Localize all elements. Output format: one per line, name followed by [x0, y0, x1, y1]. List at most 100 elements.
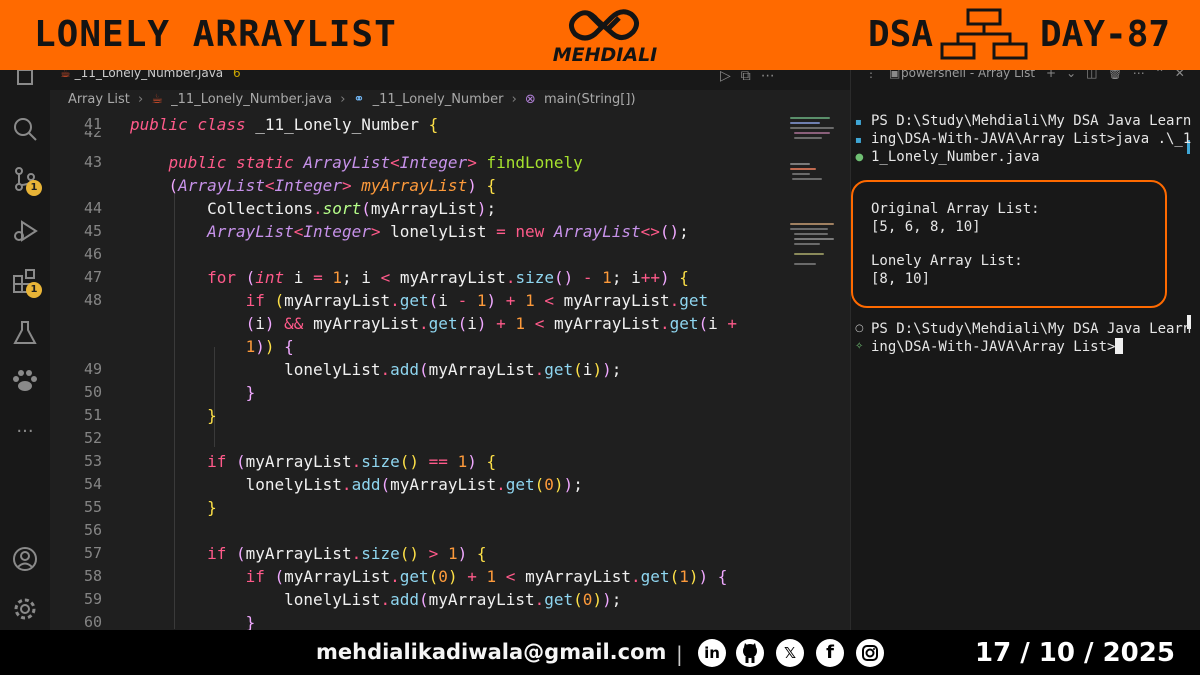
- day-label: DAY-87: [1040, 14, 1171, 55]
- maximize-icon[interactable]: ⌃: [1155, 70, 1175, 80]
- footer-bar: mehdialikadiwala@gmail.com | in 𝕏 f 17 /…: [0, 630, 1200, 675]
- editor-tab[interactable]: ☕ _11_Lonely_Number.java 6: [60, 70, 241, 80]
- terminal-icon: ▣: [889, 70, 901, 80]
- linkedin-icon[interactable]: in: [698, 639, 726, 667]
- minimap-line: [790, 122, 820, 124]
- code-line: 53 if (myArrayList.size() == 1) {: [50, 450, 790, 473]
- terminal-line: [8, 10]: [871, 271, 931, 287]
- line-number: 60: [83, 613, 102, 630]
- minimap-line: [794, 137, 822, 139]
- terminal-line: [5, 6, 8, 10]: [871, 219, 981, 235]
- code-line: 47 for (int i = 1; i < myArrayList.size(…: [50, 266, 790, 289]
- dropdown-icon[interactable]: ⌄: [1066, 70, 1086, 80]
- run-debug-icon[interactable]: [12, 218, 38, 244]
- trash-icon[interactable]: 🗑: [1107, 70, 1132, 80]
- terminal-line: Lonely Array List:: [871, 253, 1023, 269]
- facebook-icon[interactable]: f: [816, 639, 844, 667]
- account-icon[interactable]: [12, 546, 38, 572]
- chevron-right-icon: ›: [511, 92, 517, 107]
- terminal-title[interactable]: powershell - Array List: [901, 70, 1035, 80]
- run-icon[interactable]: ▷: [720, 70, 741, 84]
- code-line: 52: [50, 427, 790, 450]
- code-line: 43 public static ArrayList<Integer> find…: [50, 151, 790, 174]
- java-file-icon: ☕: [60, 70, 71, 80]
- success-dot-icon: ●: [855, 152, 864, 163]
- code-line: 42: [50, 131, 790, 139]
- code-line: (ArrayList<Integer> myArrayList) {: [168, 176, 497, 195]
- footer-separator: |: [676, 642, 683, 666]
- line-number: 59: [83, 590, 102, 608]
- code-line: 46: [50, 243, 790, 266]
- line-number: 55: [83, 498, 102, 516]
- chevron-right-icon: ›: [340, 92, 346, 107]
- paw-icon[interactable]: [12, 368, 38, 394]
- code-line: 60 }: [50, 611, 790, 630]
- activity-bar: 1 1 ...: [0, 70, 50, 630]
- header-banner: LONELY ARRAYLIST MEHDIALI DSA DAY-87: [0, 0, 1200, 70]
- line-number: 42: [50, 131, 102, 139]
- breadcrumb-file[interactable]: _11_Lonely_Number.java: [171, 92, 332, 107]
- line-number: 48: [83, 291, 102, 309]
- minimap-line: [794, 238, 834, 240]
- line-number: 45: [83, 222, 102, 240]
- terminal-line: 1_Lonely_Number.java: [871, 149, 1040, 165]
- contact-email[interactable]: mehdialikadiwala@gmail.com: [316, 640, 666, 664]
- line-number: 47: [83, 268, 102, 286]
- code-line: (i) && myArrayList.get(i) + 1 < myArrayL…: [245, 314, 738, 333]
- terminal-prompt[interactable]: ing\DSA-With-JAVA\Array List>: [871, 338, 1200, 356]
- minimap-line: [794, 132, 830, 134]
- extensions-badge: 1: [26, 282, 42, 298]
- pending-circle-icon: ○: [855, 323, 864, 334]
- github-icon[interactable]: [736, 639, 764, 667]
- close-icon[interactable]: ✕: [1175, 70, 1195, 80]
- testing-flask-icon[interactable]: [12, 320, 38, 346]
- line-number: 56: [83, 521, 102, 539]
- editor-tab-strip: ☕ _11_Lonely_Number.java 6 ▷⧉⋯: [50, 70, 850, 90]
- instagram-icon[interactable]: [856, 639, 884, 667]
- code-line: 49 lonelyList.add(myArrayList.get(i));: [50, 358, 790, 381]
- minimap-line: [790, 223, 834, 225]
- code-line: 48 if (myArrayList.get(i - 1) + 1 < myAr…: [50, 289, 790, 312]
- terminal-prompt-text: ing\DSA-With-JAVA\Array List>: [871, 339, 1116, 355]
- line-number: 57: [83, 544, 102, 562]
- brand-mark-icon: [569, 9, 639, 41]
- code-editor: ☕ _11_Lonely_Number.java 6 ▷⧉⋯ Array Lis…: [50, 70, 850, 630]
- minimap[interactable]: [788, 113, 846, 293]
- x-icon[interactable]: 𝕏: [776, 639, 804, 667]
- more-actions-icon[interactable]: ⋯: [761, 70, 785, 84]
- code-line: 1)) {: [245, 337, 294, 356]
- terminal-line: Original Array List:: [871, 201, 1040, 217]
- line-number: 54: [83, 475, 102, 493]
- chevron-right-icon: ›: [138, 92, 144, 107]
- banner-title: LONELY ARRAYLIST: [34, 14, 397, 55]
- java-file-icon: ☕: [151, 92, 164, 107]
- split-terminal-icon[interactable]: ◫: [1086, 70, 1107, 80]
- terminal-actions: +⌄◫🗑⋯⌃✕: [1046, 70, 1195, 80]
- terminal-cursor: [1115, 338, 1124, 354]
- settings-gear-icon[interactable]: [12, 596, 38, 622]
- line-number: 51: [83, 406, 102, 424]
- editor-tab-problems-count: 6: [233, 70, 241, 80]
- line-number: 58: [83, 567, 102, 585]
- explorer-icon[interactable]: [12, 70, 38, 96]
- hierarchy-icon: [940, 8, 1028, 60]
- brand-name: MEHDIALI: [552, 44, 658, 66]
- split-editor-icon[interactable]: ⧉: [741, 70, 761, 84]
- code-line: 45 ArrayList<Integer> lonelyList = new A…: [50, 220, 790, 243]
- more-icon[interactable]: ...: [12, 416, 38, 442]
- terminal-panel[interactable]: ⋮ ▣ powershell - Array List +⌄◫🗑⋯⌃✕ ▪ ▪ …: [850, 70, 1200, 630]
- minimap-line: [790, 117, 830, 119]
- line-number: 44: [83, 199, 102, 217]
- terminal-more-icon[interactable]: ⋮: [865, 70, 877, 80]
- code-line: 57 if (myArrayList.size() > 1) {: [50, 542, 790, 565]
- breadcrumb-class[interactable]: _11_Lonely_Number: [373, 92, 504, 107]
- more-icon[interactable]: ⋯: [1133, 70, 1155, 80]
- minimap-line: [790, 168, 816, 170]
- breadcrumb-method[interactable]: main(String[]): [544, 92, 636, 107]
- add-terminal-icon[interactable]: +: [1046, 70, 1066, 80]
- command-decoration: ▪: [855, 117, 862, 128]
- search-icon[interactable]: [12, 116, 38, 142]
- code-line: 50 }: [50, 381, 790, 404]
- line-number: 46: [83, 245, 102, 263]
- breadcrumb-folder[interactable]: Array List: [68, 92, 130, 107]
